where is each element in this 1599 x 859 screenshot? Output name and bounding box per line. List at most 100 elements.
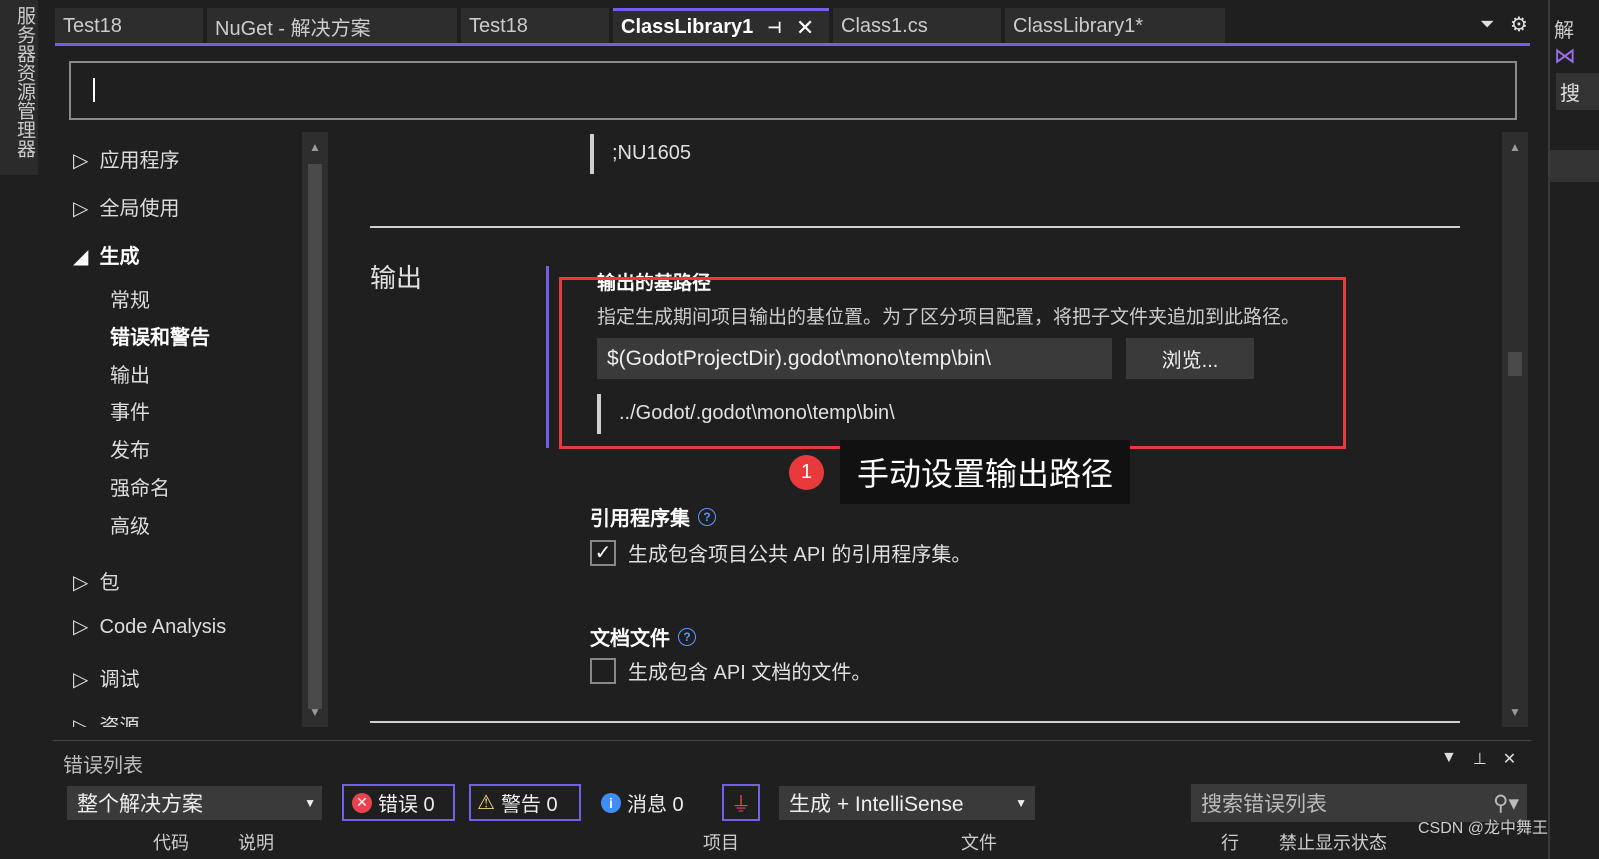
source-value: 生成 + IntelliSense bbox=[789, 793, 964, 816]
previous-value: ;NU1605 bbox=[612, 142, 691, 164]
scroll-thumb[interactable] bbox=[308, 164, 322, 709]
section-title-output: 输出 bbox=[370, 263, 423, 293]
tab-label: Class1.cs bbox=[841, 14, 928, 37]
annotation-label: 手动设置输出路径 bbox=[840, 440, 1130, 504]
doc-file-checkbox[interactable] bbox=[590, 657, 616, 684]
doc-file-option: 生成包含 API 文档的文件。 bbox=[590, 656, 871, 685]
solution-explorer-panel: 解 ⋈ 搜 bbox=[1548, 0, 1599, 859]
nav-label: 全局使用 bbox=[99, 198, 180, 220]
pin-icon[interactable]: ⊣ bbox=[767, 18, 782, 38]
close-icon[interactable]: ✕ bbox=[1503, 749, 1516, 769]
nav-item-advanced[interactable]: 高级 bbox=[110, 510, 150, 539]
nav-item-debug[interactable]: ▷ 调试 bbox=[73, 663, 140, 692]
source-dropdown[interactable]: 生成 + IntelliSense ▼ bbox=[779, 786, 1035, 820]
ref-assembly-checkbox[interactable]: ✓ bbox=[590, 539, 616, 566]
help-icon[interactable]: ? bbox=[698, 507, 716, 526]
highlight-box bbox=[559, 277, 1346, 449]
nav-item-output[interactable]: 输出 bbox=[110, 359, 150, 388]
col-description[interactable]: 说明 bbox=[238, 829, 274, 855]
tab-label: ClassLibrary1 bbox=[621, 16, 754, 38]
errors-filter-button[interactable]: ✕ 错误 0 bbox=[342, 784, 455, 821]
server-explorer-tab[interactable]: 服务器资源管理器 bbox=[0, 0, 38, 175]
nav-label: 包 bbox=[99, 572, 120, 594]
nav-label: 生成 bbox=[99, 246, 140, 268]
focus-bar bbox=[546, 266, 549, 448]
nav-item-global-usings[interactable]: ▷ 全局使用 bbox=[73, 192, 180, 221]
nav-item-build[interactable]: ◢ 生成 bbox=[73, 240, 140, 269]
nav-item-resources[interactable]: ▷ 资源 bbox=[73, 710, 140, 727]
content-scrollbar[interactable]: ▲ ▼ bbox=[1502, 132, 1528, 727]
nav-label: 资源 bbox=[99, 716, 140, 727]
scope-dropdown[interactable]: 整个解决方案 ▼ bbox=[67, 786, 322, 820]
divider bbox=[370, 226, 1460, 228]
search-icon[interactable]: ⚲▾ bbox=[1493, 791, 1519, 816]
messages-filter-button[interactable]: i 消息 0 bbox=[601, 784, 684, 821]
chevron-down-icon: ▼ bbox=[304, 796, 316, 810]
divider bbox=[370, 721, 1460, 723]
tab-test18-2[interactable]: Test18 bbox=[461, 8, 609, 44]
nav-label: Code Analysis bbox=[99, 616, 227, 638]
value-bar bbox=[590, 134, 594, 174]
scroll-down-icon[interactable]: ▼ bbox=[1502, 705, 1528, 719]
doc-file-label: 文档文件 bbox=[590, 628, 670, 650]
settings-search-input[interactable] bbox=[69, 61, 1517, 120]
tab-dropdown-icon[interactable]: ⏷ bbox=[1480, 14, 1494, 35]
tab-label: ClassLibrary1* bbox=[1013, 14, 1144, 37]
chevron-down-icon: ▼ bbox=[1015, 796, 1027, 810]
nav-item-code-analysis[interactable]: ▷ Code Analysis bbox=[73, 614, 226, 639]
settings-nav: ▷ 应用程序 ▷ 全局使用 ◢ 生成 常规 错误和警告 输出 事件 发布 强命名… bbox=[55, 132, 300, 727]
scroll-up-icon[interactable]: ▲ bbox=[302, 140, 328, 154]
scope-value: 整个解决方案 bbox=[77, 793, 203, 816]
panel-row bbox=[1550, 150, 1599, 182]
search-placeholder: 搜索错误列表 bbox=[1201, 793, 1327, 816]
error-list-title: 错误列表 bbox=[63, 755, 143, 777]
panel-search[interactable]: 搜 bbox=[1556, 73, 1599, 110]
filter-icon: ⏚ bbox=[731, 794, 751, 816]
errors-count: 错误 0 bbox=[378, 794, 435, 816]
col-project[interactable]: 项目 bbox=[703, 829, 739, 855]
col-file[interactable]: 文件 bbox=[961, 829, 997, 855]
pin-icon[interactable]: ⊥ bbox=[1473, 749, 1487, 769]
nav-scrollbar[interactable]: ▲ ▼ bbox=[302, 132, 328, 727]
doc-file-checkbox-label: 生成包含 API 文档的文件。 bbox=[628, 662, 872, 684]
tab-nuget[interactable]: NuGet - 解决方案 bbox=[207, 8, 457, 44]
filter-button[interactable]: ⏚ bbox=[722, 784, 760, 821]
text-caret bbox=[93, 78, 95, 102]
nav-item-app[interactable]: ▷ 应用程序 bbox=[73, 144, 180, 173]
col-suppression[interactable]: 禁止显示状态 bbox=[1279, 829, 1387, 855]
tab-classlibrary1[interactable]: ClassLibrary1 ⊣ ✕ bbox=[613, 8, 829, 44]
tab-label: Test18 bbox=[469, 14, 528, 37]
nav-item-events[interactable]: 事件 bbox=[110, 396, 150, 425]
nav-item-publish[interactable]: 发布 bbox=[110, 434, 150, 463]
nav-label: 应用程序 bbox=[99, 150, 180, 172]
tab-classlibrary1-modified[interactable]: ClassLibrary1* bbox=[1005, 8, 1225, 44]
error-list-panel: 错误列表 ▼ ⊥ ✕ 整个解决方案 ▼ ✕ 错误 0 ⚠ 警告 0 i 消息 0 ⏚ 生成 … bbox=[53, 740, 1531, 859]
info-icon: i bbox=[601, 792, 621, 813]
tab-test18[interactable]: Test18 bbox=[55, 8, 203, 44]
document-tabs: Test18 NuGet - 解决方案 Test18 ClassLibrary1… bbox=[55, 8, 1225, 44]
help-icon[interactable]: ? bbox=[678, 627, 696, 646]
nav-item-strong-name[interactable]: 强命名 bbox=[110, 472, 170, 501]
tab-accent-line bbox=[55, 43, 1530, 46]
scroll-up-icon[interactable]: ▲ bbox=[1502, 140, 1528, 154]
scroll-down-icon[interactable]: ▼ bbox=[302, 705, 328, 719]
nav-item-general[interactable]: 常规 bbox=[110, 284, 150, 313]
watermark: CSDN @龙中舞王 bbox=[1418, 820, 1549, 837]
col-code[interactable]: 代码 bbox=[153, 829, 189, 855]
ref-assembly-heading: 引用程序集? bbox=[590, 502, 716, 531]
gear-icon[interactable]: ⚙ bbox=[1510, 12, 1528, 37]
warning-icon: ⚠ bbox=[477, 792, 495, 814]
ref-assembly-label: 引用程序集 bbox=[590, 508, 690, 530]
tab-label: Test18 bbox=[63, 14, 122, 37]
tab-class1cs[interactable]: Class1.cs bbox=[833, 8, 1001, 44]
ref-assembly-option: ✓ 生成包含项目公共 API 的引用程序集。 bbox=[590, 538, 971, 567]
dropdown-icon[interactable]: ▼ bbox=[1441, 749, 1457, 769]
nav-item-package[interactable]: ▷ 包 bbox=[73, 566, 120, 595]
warnings-count: 警告 0 bbox=[500, 794, 558, 816]
warnings-filter-button[interactable]: ⚠ 警告 0 bbox=[469, 784, 581, 821]
scroll-thumb[interactable] bbox=[1508, 352, 1522, 376]
tab-label: NuGet - 解决方案 bbox=[215, 17, 371, 40]
nav-item-errors-warnings[interactable]: 错误和警告 bbox=[110, 321, 210, 350]
close-icon[interactable]: ✕ bbox=[796, 15, 814, 41]
col-line[interactable]: 行 bbox=[1221, 829, 1239, 855]
